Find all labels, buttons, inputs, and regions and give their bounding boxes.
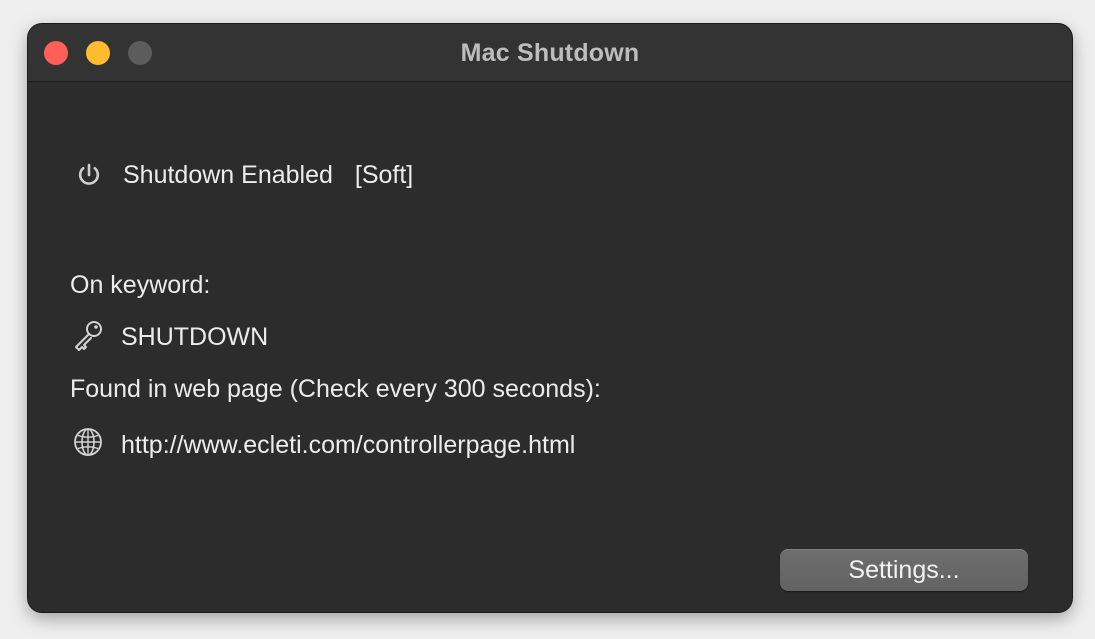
keyword-value: SHUTDOWN xyxy=(121,323,269,351)
web-page-url: http://www.ecleti.com/controllerpage.htm… xyxy=(121,431,576,459)
source-label: Found in web page (Check every 300 secon… xyxy=(70,375,601,403)
window-content: Shutdown Enabled [Soft] On keyword: SHUTD… xyxy=(28,82,1072,612)
title-bar[interactable]: Mac Shutdown xyxy=(28,24,1072,82)
settings-button[interactable]: Settings... xyxy=(780,549,1028,591)
globe-icon xyxy=(74,428,102,456)
shutdown-status: Shutdown Enabled [Soft] xyxy=(123,160,413,190)
window-title: Mac Shutdown xyxy=(460,39,640,67)
shutdown-mode: [Soft] xyxy=(354,161,414,189)
power-icon xyxy=(78,163,100,185)
shutdown-status-text: Shutdown Enabled xyxy=(123,161,333,189)
main-window: Mac Shutdown Shutdown Enabled [Soft] On k… xyxy=(28,24,1072,612)
keyword-label: On keyword: xyxy=(70,271,211,299)
key-icon xyxy=(75,321,102,351)
